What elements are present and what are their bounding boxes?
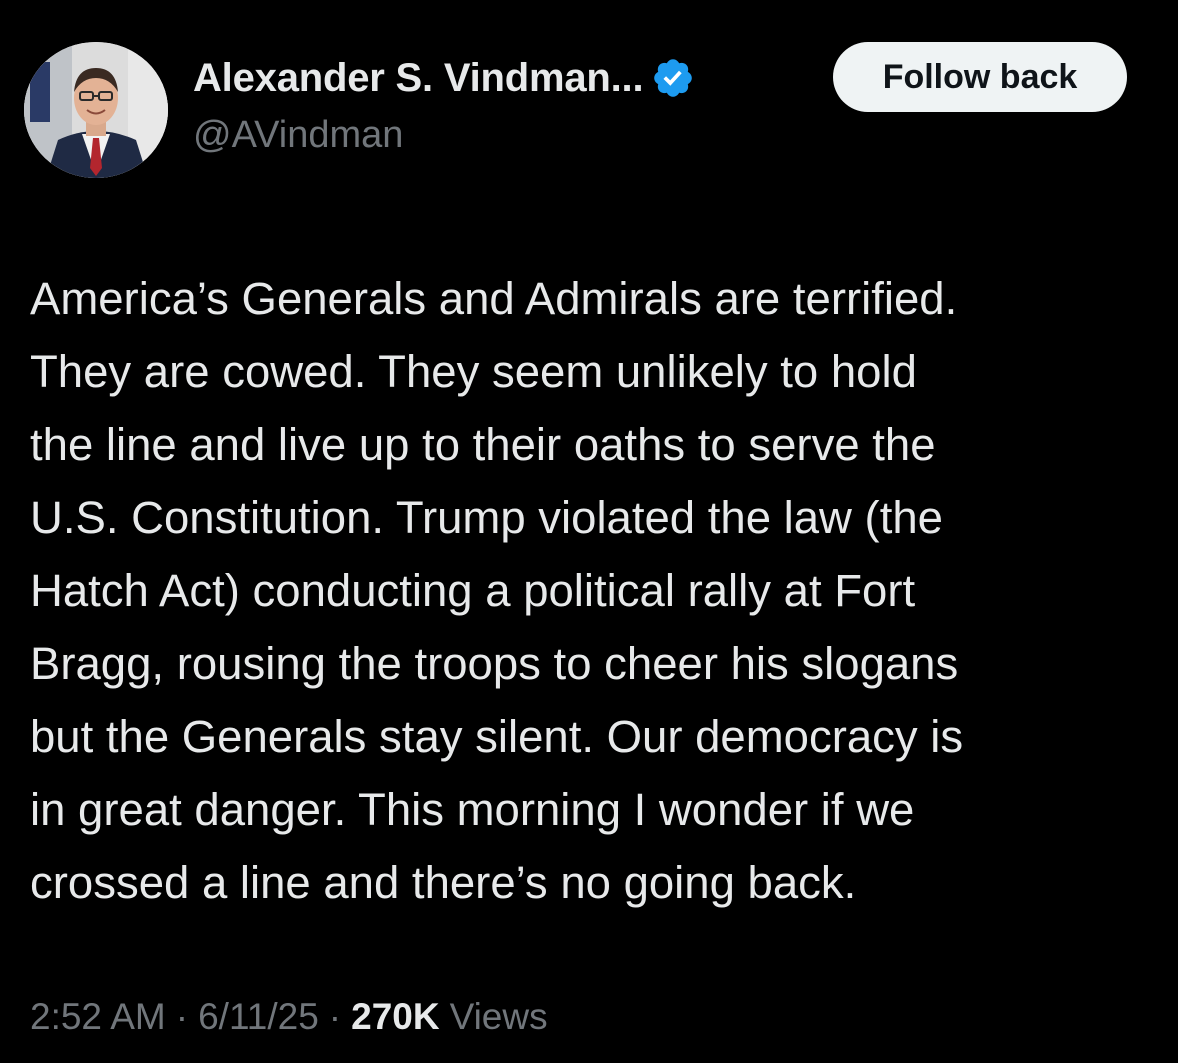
meta-separator: · [328,996,342,1037]
tweet-text-line: Bragg, rousing the troops to cheer his s… [30,638,959,689]
tweet-text-line: U.S. Constitution. Trump violated the la… [30,492,943,543]
meta-separator: · [175,996,189,1037]
tweet-text-line: Hatch Act) conducting a political rally … [30,565,916,616]
tweet-text: America’s Generals and Admirals are terr… [30,262,1160,919]
avatar-image [24,42,168,178]
tweet-meta: 2:52 AM · 6/11/25 · 270K Views [30,996,548,1038]
tweet-text-line: in great danger. This morning I wonder i… [30,784,915,835]
tweet-time[interactable]: 2:52 AM [30,996,166,1038]
views-label[interactable]: Views [450,996,548,1038]
author-name-row: Alexander S. Vindman... [193,54,695,102]
views-count[interactable]: 270K [351,996,439,1038]
tweet-text-line: but the Generals stay silent. Our democr… [30,711,964,762]
verified-badge-icon[interactable] [651,56,695,100]
avatar[interactable] [24,42,168,178]
author-display-name[interactable]: Alexander S. Vindman... [193,56,644,101]
tweet-text-line: crossed a line and there’s no going back… [30,857,857,908]
tweet-text-line: the line and live up to their oaths to s… [30,419,936,470]
tweet: Alexander S. Vindman... @AVindman Follow… [0,0,1178,1063]
tweet-text-line: They are cowed. They seem unlikely to ho… [30,346,917,397]
tweet-text-line: America’s Generals and Admirals are terr… [30,273,958,324]
author-handle[interactable]: @AVindman [193,114,403,157]
tweet-date[interactable]: 6/11/25 [198,996,319,1038]
follow-back-button[interactable]: Follow back [833,42,1127,112]
